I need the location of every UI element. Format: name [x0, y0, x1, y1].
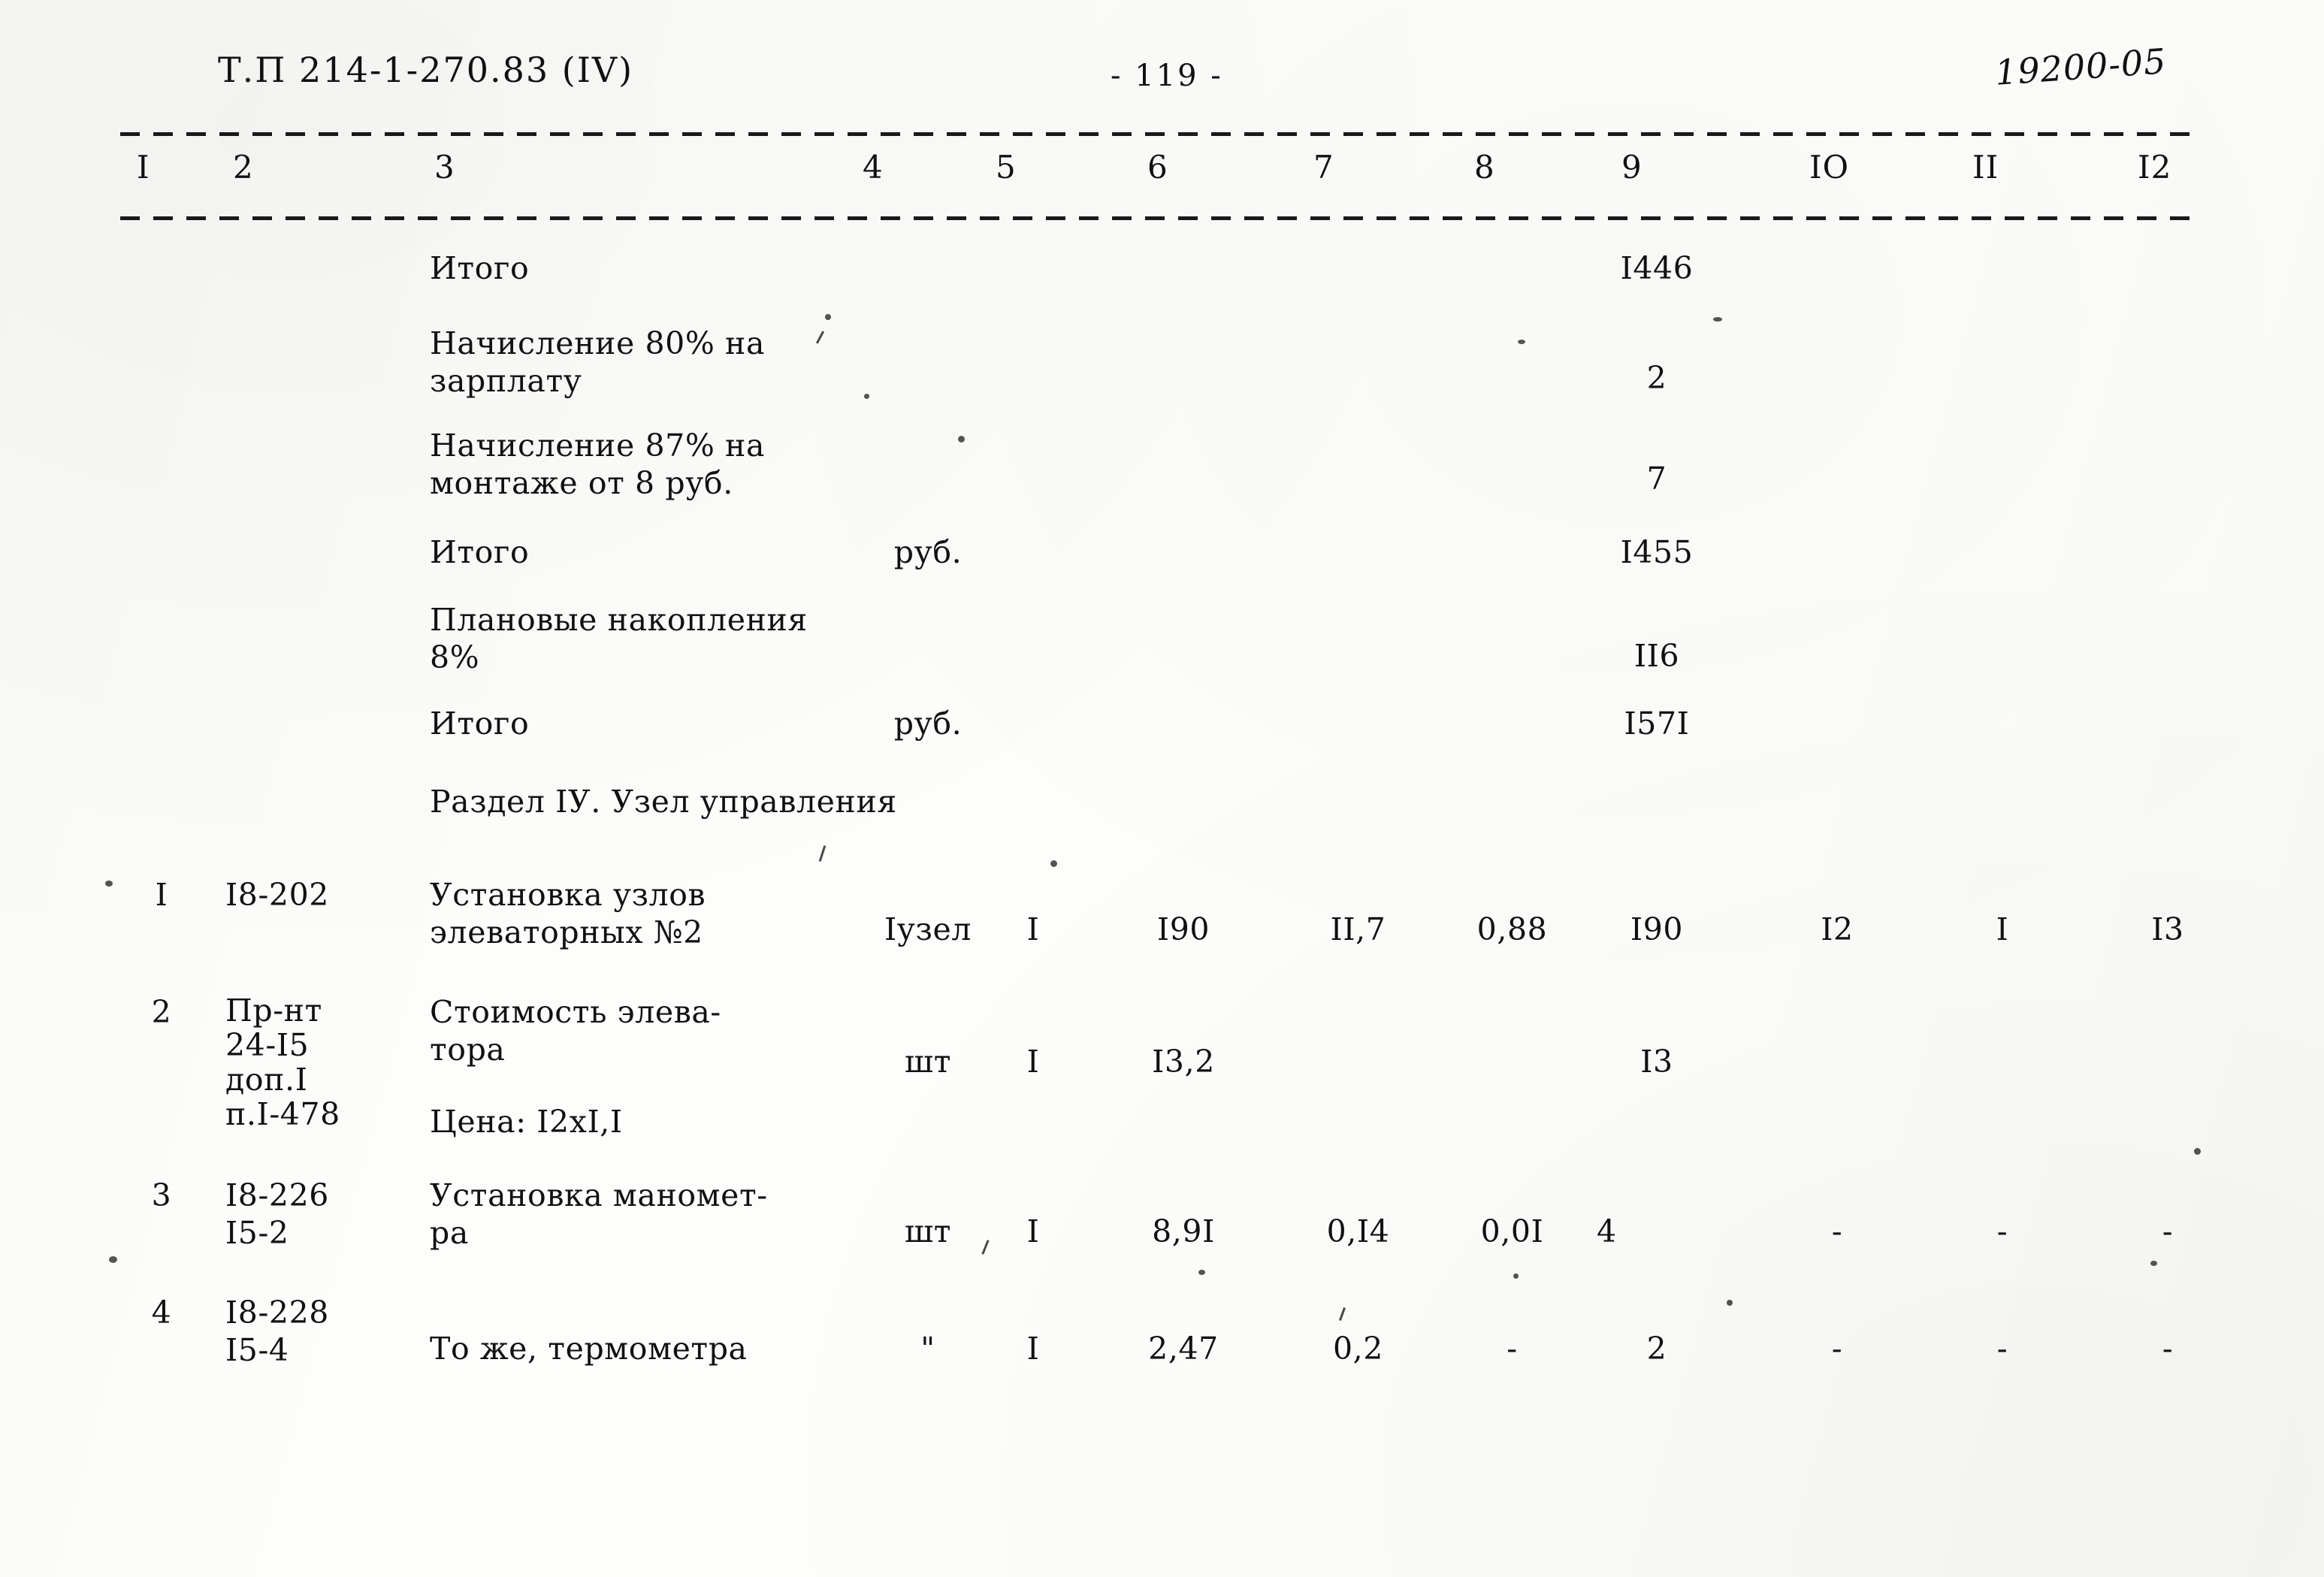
- row-col12: -: [2162, 1331, 2174, 1367]
- document-code: Т.П 214-1-270.83 (IV): [218, 50, 634, 90]
- row-unit: шт: [905, 1213, 951, 1249]
- column-number-12: I2: [2138, 149, 2172, 186]
- scan-tick: [1339, 1307, 1346, 1321]
- scan-speck: [2150, 1261, 2157, 1266]
- scan-speck: [1513, 1273, 1519, 1279]
- row-col11: -: [1996, 1213, 2008, 1249]
- row-col7: II,7: [1330, 911, 1386, 947]
- row-col8: -: [1507, 1331, 1518, 1367]
- row-col8: 0,88: [1476, 911, 1548, 947]
- summary-row-label: Итого: [430, 534, 530, 570]
- scan-speck: [1198, 1270, 1205, 1275]
- row-col9: 2: [1646, 1331, 1667, 1367]
- row-unit: Iузел: [884, 911, 972, 947]
- row-col9: I3: [1640, 1044, 1673, 1080]
- scan-speck: [109, 1256, 117, 1263]
- scan-speck: [1050, 860, 1057, 867]
- column-number-9: 9: [1621, 149, 1643, 186]
- row-number: 4: [151, 1295, 172, 1331]
- summary-row-col9: 2: [1646, 360, 1667, 396]
- row-unit: шт: [905, 1044, 951, 1080]
- scan-speck: [1713, 317, 1722, 322]
- row-col12: I3: [2151, 911, 2184, 947]
- summary-row-col9: I57I: [1624, 705, 1690, 742]
- page-number: - 119 -: [1111, 59, 1223, 93]
- row-name: То же, термометра: [430, 1331, 748, 1367]
- summary-row-label: Начисление 87% на монтаже от 8 руб.: [430, 427, 765, 501]
- scan-speck: [1518, 340, 1525, 344]
- row-code: I8-202: [225, 877, 329, 913]
- summary-row-unit: руб.: [893, 705, 963, 742]
- column-number-2: 2: [233, 149, 254, 186]
- row-name-extra: Цена: I2xI,I: [430, 1104, 623, 1140]
- row-name: Стоимость элева- тора: [430, 994, 721, 1068]
- section-heading: Раздел IУ. Узел управления: [430, 784, 897, 820]
- column-number-3: 3: [434, 149, 455, 186]
- table-bottom-divider: [120, 216, 2200, 220]
- scan-speck: [1727, 1300, 1733, 1306]
- column-number-6: 6: [1147, 149, 1168, 186]
- row-col8: 0,0I: [1480, 1213, 1544, 1249]
- row-col6: 2,47: [1148, 1331, 1219, 1367]
- table-top-divider: [120, 132, 2200, 136]
- column-number-row: I 2 3 4 5 6 7 8 9 IO II I2: [0, 149, 2324, 201]
- row-col10: I2: [1821, 911, 1854, 947]
- row-quantity: I: [1026, 1044, 1040, 1080]
- row-number: 3: [151, 1177, 172, 1213]
- row-name: Установка маномет- ра: [430, 1177, 768, 1251]
- column-number-4: 4: [863, 149, 884, 186]
- scan-speck: [958, 436, 965, 443]
- column-number-10: IO: [1809, 149, 1850, 186]
- row-code: I8-228 I5-4: [225, 1295, 329, 1368]
- summary-row-unit: руб.: [893, 534, 963, 570]
- column-number-1: I: [137, 149, 150, 186]
- row-col12: -: [2162, 1213, 2174, 1249]
- column-number-5: 5: [996, 149, 1017, 186]
- column-number-8: 8: [1474, 149, 1495, 186]
- row-number: 2: [151, 994, 172, 1030]
- row-col6: 8,9I: [1152, 1213, 1215, 1249]
- row-col7: 0,I4: [1326, 1213, 1390, 1249]
- archive-stamp: 19200-05: [1993, 41, 2168, 93]
- row-quantity: I: [1026, 1331, 1040, 1367]
- summary-row-col9: I446: [1620, 250, 1694, 286]
- row-name: Установка узлов элеваторных №2: [430, 877, 706, 950]
- scan-tick: [818, 845, 827, 862]
- summary-row-label: Итого: [430, 250, 530, 286]
- summary-row-label: Плановые накопления 8%: [430, 602, 808, 675]
- summary-row-col9: 7: [1646, 461, 1667, 497]
- row-col6: I90: [1156, 911, 1210, 947]
- row-col10: -: [1831, 1331, 1843, 1367]
- row-code: Пр-нт 24-I5 доп.I п.I-478: [225, 992, 340, 1132]
- row-number: I: [155, 877, 168, 913]
- row-col9: I90: [1630, 911, 1684, 947]
- row-col9: 4: [1597, 1213, 1617, 1249]
- summary-row-col9: II6: [1633, 638, 1680, 674]
- column-number-7: 7: [1313, 149, 1334, 186]
- column-number-11: II: [1972, 149, 1999, 186]
- row-quantity: I: [1026, 1213, 1040, 1249]
- scanned-page: Т.П 214-1-270.83 (IV) - 119 - 19200-05 I…: [0, 0, 2324, 1577]
- summary-row-col9: I455: [1620, 534, 1694, 570]
- summary-row-label: Итого: [430, 705, 530, 742]
- row-unit: ": [920, 1331, 935, 1367]
- summary-row-label: Начисление 80% на зарплату: [430, 325, 765, 399]
- scan-speck: [105, 881, 113, 887]
- row-col11: -: [1996, 1331, 2008, 1367]
- row-quantity: I: [1026, 911, 1040, 947]
- row-col7: 0,2: [1332, 1331, 1383, 1367]
- row-col6: I3,2: [1152, 1044, 1215, 1080]
- row-code: I8-226 I5-2: [225, 1177, 329, 1251]
- scan-speck: [825, 314, 831, 320]
- row-col11: I: [1996, 911, 2009, 947]
- scan-speck: [2194, 1148, 2201, 1155]
- row-col10: -: [1831, 1213, 1843, 1249]
